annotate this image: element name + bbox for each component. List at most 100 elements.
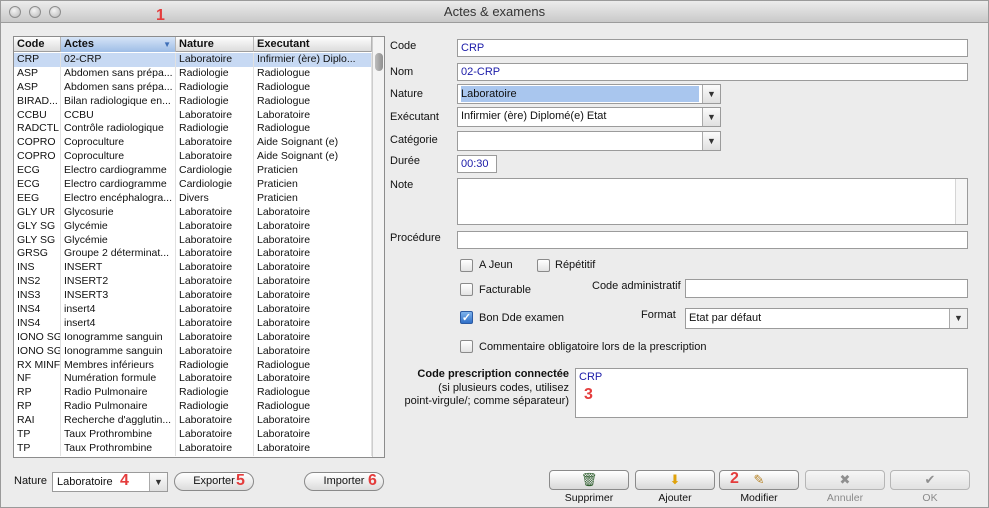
cancel-button[interactable]: ✖ (805, 470, 885, 490)
note-textarea[interactable] (457, 178, 968, 225)
column-header-code[interactable]: Code (14, 37, 61, 52)
repetitif-checkbox[interactable] (537, 259, 550, 272)
format-select[interactable]: Etat par défaut ▼ (685, 308, 968, 329)
table-row[interactable]: GRSG Groupe 2 déterminat... Laboratoire Lab… (14, 247, 372, 262)
table-row[interactable]: TP Taux Prothrombine Laboratoire Laboratoir… (14, 428, 372, 442)
table-cell: Laboratoire (176, 330, 254, 345)
table-cell: Laboratoire (254, 330, 372, 345)
table-row[interactable]: TP Taux Prothrombine Laboratoire Laboratoir… (14, 441, 372, 456)
table-row[interactable]: RP Radio Pulmonaire Radiologie Radiologue (14, 386, 372, 401)
annotation-4: 4 (120, 472, 129, 489)
executant-select[interactable]: Infirmier (ère) Diplomé(e) Etat ▼ (457, 107, 721, 127)
table-row[interactable]: RAI Recherche d'agglutin... Laboratoire Lab… (14, 414, 372, 429)
table-cell: Laboratoire (176, 303, 254, 317)
categorie-select[interactable]: ▼ (457, 131, 721, 151)
table-cell: Laboratoire (176, 372, 254, 387)
commentaire-checkbox[interactable] (460, 340, 473, 353)
actes-table[interactable]: Code Actes ▼ Nature Executant CRP 02-CRP La… (13, 36, 385, 458)
table-row[interactable]: ASP Abdomen sans prépa... Radiologie Radiol… (14, 66, 372, 81)
table-row[interactable]: RX MINF Membres inférieurs Radiologie Radio… (14, 358, 372, 373)
nature-select-value: Laboratoire (461, 86, 699, 102)
duree-field[interactable]: 00:30 (457, 155, 497, 173)
table-cell: Laboratoire (176, 219, 254, 234)
table-cell: Laboratoire (176, 53, 254, 67)
table-cell: BIRAD... (14, 94, 61, 109)
column-header-executant[interactable]: Executant (254, 37, 372, 52)
zoom-window-icon[interactable] (49, 6, 61, 18)
table-cell: Recherche d'agglutin... (61, 414, 176, 429)
table-row[interactable]: ECG Electro cardiogramme Cardiologie Pratic… (14, 164, 372, 179)
table-row[interactable]: INS2 INSERT2 Laboratoire Laboratoire (14, 275, 372, 290)
delete-button[interactable]: 🗑 (549, 470, 629, 490)
ok-button-label: OK (922, 492, 938, 504)
nature-select[interactable]: Laboratoire ▼ (457, 84, 721, 104)
table-row[interactable]: ECG Electro cardiogramme Cardiologie Pratic… (14, 178, 372, 192)
table-cell: Bilan radiologique en... (61, 94, 176, 109)
table-scrollbar[interactable] (372, 37, 384, 457)
table-row[interactable]: EEG Electro encéphalogra... Divers Praticie… (14, 191, 372, 206)
table-row[interactable]: RADCTL Contrôle radiologique Radiologie Rad… (14, 122, 372, 137)
table-row[interactable]: GLY SG Glycémie Laboratoire Laboratoire (14, 233, 372, 248)
scrollbar-thumb[interactable] (375, 53, 383, 71)
table-cell: Laboratoire (254, 233, 372, 248)
code-admin-field[interactable] (685, 279, 968, 298)
table-row[interactable]: CRP 02-CRP Laboratoire Infirmier (ère) Dipl… (14, 53, 372, 67)
filter-nature-select[interactable]: Laboratoire ▼ (52, 472, 168, 492)
executant-label: Exécutant (390, 111, 439, 123)
table-row[interactable]: GLY UR Glycosurie Laboratoire Laboratoire (14, 205, 372, 220)
table-cell: Laboratoire (254, 372, 372, 387)
table-row[interactable]: INS3 INSERT3 Laboratoire Laboratoire (14, 289, 372, 304)
table-cell: Radiologie (176, 386, 254, 401)
table-cell: CCBU (61, 108, 176, 123)
facturable-checkbox[interactable] (460, 283, 473, 296)
table-cell: Electro encéphalogra... (61, 191, 176, 206)
code-field[interactable]: CRP (457, 39, 968, 57)
table-row[interactable]: BIRAD... Bilan radiologique en... Radiolog… (14, 94, 372, 109)
table-cell: Radiologie (176, 400, 254, 415)
table-row[interactable]: IONO SG Ionogramme sanguin Laboratoire Labo… (14, 344, 372, 359)
duree-label: Durée (390, 155, 420, 167)
minimize-window-icon[interactable] (29, 6, 41, 18)
table-row[interactable]: CCBU CCBU Laboratoire Laboratoire (14, 108, 372, 123)
table-row[interactable]: INS4 insert4 Laboratoire Laboratoire (14, 303, 372, 317)
table-cell: TP (14, 428, 61, 442)
chevron-down-icon: ▼ (149, 473, 167, 491)
table-cell: Laboratoire (254, 344, 372, 359)
table-row[interactable]: COPRO Coproculture Laboratoire Aide Soignan… (14, 150, 372, 165)
table-cell: Laboratoire (254, 219, 372, 234)
sort-descending-icon: ▼ (163, 40, 171, 49)
table-row[interactable]: INS4 insert4 Laboratoire Laboratoire (14, 316, 372, 331)
table-row[interactable]: ASP Abdomen sans prépa... Radiologie Radiol… (14, 80, 372, 95)
table-row[interactable]: GLY SG Glycémie Laboratoire Laboratoire (14, 219, 372, 234)
table-cell: Radiologie (176, 358, 254, 373)
ajeun-checkbox[interactable] (460, 259, 473, 272)
delete-button-label: Supprimer (564, 492, 614, 504)
table-cell: Radiologie (176, 66, 254, 81)
table-cell: INS4 (14, 316, 61, 331)
table-row[interactable]: COPRO Coproculture Laboratoire Aide Soignan… (14, 136, 372, 151)
nom-field[interactable]: 02-CRP (457, 63, 968, 81)
bon-examen-checkbox[interactable]: ✓ (460, 311, 473, 324)
main-window: Actes & examens 1 Code Actes ▼ Nature Exe… (0, 0, 989, 508)
table-row[interactable]: NF Numération formule Laboratoire Laboratoi… (14, 372, 372, 387)
column-header-actes[interactable]: Actes ▼ (61, 37, 176, 52)
close-window-icon[interactable] (9, 6, 21, 18)
procedure-field[interactable] (457, 231, 968, 249)
table-cell: Abdomen sans prépa... (61, 66, 176, 81)
code-prescription-field[interactable]: CRP (575, 368, 968, 418)
column-header-nature[interactable]: Nature (176, 37, 254, 52)
table-cell: Praticien (254, 164, 372, 179)
table-cell: RAI (14, 414, 61, 429)
modify-button-label: Modifier (740, 492, 778, 504)
add-button[interactable]: ⬇ (635, 470, 715, 490)
ok-button[interactable]: ✔ (890, 470, 970, 490)
repetitif-label: Répétitif (555, 259, 596, 271)
table-cell: Radiologue (254, 66, 372, 81)
table-row[interactable]: RP Radio Pulmonaire Radiologie Radiologue (14, 400, 372, 415)
table-cell: Laboratoire (176, 344, 254, 359)
table-row[interactable]: IONO SG Ionogramme sanguin Laboratoire Labo… (14, 330, 372, 345)
table-row[interactable]: INS INSERT Laboratoire Laboratoire (14, 261, 372, 276)
export-button-label: Exporter (193, 475, 235, 487)
table-cell: Ionogramme sanguin (61, 344, 176, 359)
note-scrollbar[interactable] (955, 179, 967, 224)
